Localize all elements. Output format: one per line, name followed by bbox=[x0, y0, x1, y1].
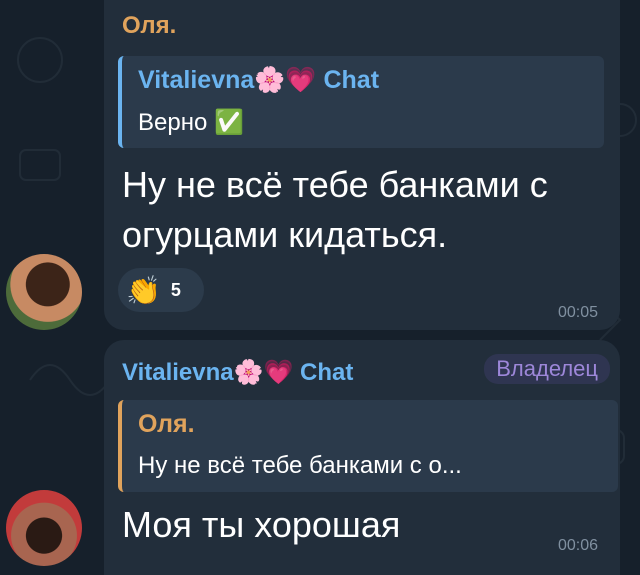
reaction-count: 5 bbox=[170, 279, 181, 300]
message-time: 00:06 bbox=[557, 537, 598, 554]
message-bubble[interactable]: Оля. Vitalievna🌸💗 Chat Верно ✅ Ну не всё… bbox=[104, 0, 620, 330]
reply-quote[interactable]: Vitalievna🌸💗 Chat Верно ✅ bbox=[118, 56, 604, 148]
reaction-chip[interactable]: 👏 5 bbox=[118, 268, 204, 312]
message-text: Моя ты хорошая bbox=[122, 504, 401, 545]
reply-author: Vitalievna🌸💗 Chat bbox=[138, 66, 380, 94]
avatar[interactable] bbox=[6, 254, 82, 330]
message-time: 00:05 bbox=[557, 304, 598, 321]
owner-badge: Владелец bbox=[484, 354, 610, 384]
sender-name[interactable]: Оля. bbox=[122, 12, 176, 40]
reply-text: Ну не всё тебе банками с о... bbox=[138, 452, 462, 479]
reply-quote[interactable]: Оля. Ну не всё тебе банками с о... bbox=[118, 400, 618, 492]
reply-text: Верно ✅ bbox=[138, 109, 244, 136]
sender-name[interactable]: Vitalievna🌸💗 Chat bbox=[122, 358, 353, 387]
clap-icon: 👏 bbox=[126, 274, 161, 306]
message-bubble[interactable]: Vitalievna🌸💗 Chat Владелец Оля. Ну не вс… bbox=[104, 340, 620, 575]
reply-author: Оля. bbox=[138, 410, 195, 438]
avatar[interactable] bbox=[6, 490, 82, 566]
message-text: Ну не всё тебе банками с огурцами кидать… bbox=[122, 164, 548, 255]
